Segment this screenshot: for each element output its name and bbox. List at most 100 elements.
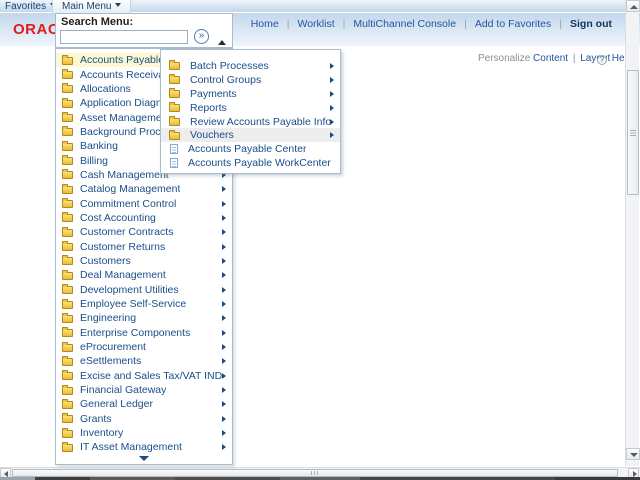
menu-item-it-asset-management[interactable]: IT Asset Management bbox=[56, 440, 232, 454]
collapse-menu-triangle-up-icon[interactable] bbox=[218, 40, 226, 45]
menu-item-excise-and-sales-tax-vat-ind[interactable]: Excise and Sales Tax/VAT IND bbox=[56, 369, 232, 383]
folder-icon bbox=[62, 269, 73, 280]
double-chevron-right-icon: » bbox=[198, 30, 205, 41]
menu-item-review-accounts-payable-info[interactable]: Review Accounts Payable Info bbox=[161, 115, 340, 129]
menu-item-label: Asset Management bbox=[80, 111, 171, 124]
menu-item-label: Inventory bbox=[80, 427, 124, 440]
submenu-arrow-icon bbox=[330, 90, 334, 97]
folder-icon bbox=[62, 441, 73, 452]
search-menu-panel: Search Menu: » bbox=[55, 13, 233, 48]
menu-item-customers[interactable]: Customers bbox=[56, 254, 232, 268]
top-tab-bar: Favorites Main Menu bbox=[0, 0, 640, 13]
menu-item-label: Deal Management bbox=[80, 269, 166, 282]
menu-item-cost-accounting[interactable]: Cost Accounting bbox=[56, 211, 232, 225]
triangle-down-icon bbox=[630, 453, 638, 457]
menu-item-grants[interactable]: Grants bbox=[56, 412, 232, 426]
menu-item-label: Commitment Control bbox=[80, 197, 177, 210]
menu-item-deal-management[interactable]: Deal Management bbox=[56, 268, 232, 282]
menu-item-customer-contracts[interactable]: Customer Contracts bbox=[56, 225, 232, 239]
menu-item-control-groups[interactable]: Control Groups bbox=[161, 73, 340, 87]
submenu-arrow-icon bbox=[222, 243, 226, 250]
folder-icon bbox=[169, 129, 180, 140]
menu-item-esettlements[interactable]: eSettlements bbox=[56, 354, 232, 368]
menu-item-enterprise-components[interactable]: Enterprise Components bbox=[56, 326, 232, 340]
menu-item-label: Cash Management bbox=[80, 168, 169, 181]
menu-item-inventory[interactable]: Inventory bbox=[56, 426, 232, 440]
menu-item-label: eProcurement bbox=[80, 341, 146, 354]
menu-item-label: Accounts Payable Center bbox=[188, 143, 307, 156]
menu-item-customer-returns[interactable]: Customer Returns bbox=[56, 239, 232, 253]
menu-item-development-utilities[interactable]: Development Utilities bbox=[56, 283, 232, 297]
submenu-arrow-icon bbox=[222, 401, 226, 408]
submenu-arrow-icon bbox=[330, 62, 334, 69]
folder-icon bbox=[62, 384, 73, 395]
folder-icon bbox=[62, 241, 73, 252]
nav-link-multichannel-console[interactable]: MultiChannel Console bbox=[353, 18, 456, 30]
folder-icon bbox=[62, 69, 73, 80]
folder-icon bbox=[169, 88, 180, 99]
submenu-arrow-icon bbox=[222, 214, 226, 221]
nav-link-sign-out[interactable]: Sign out bbox=[570, 18, 612, 30]
folder-icon bbox=[169, 102, 180, 113]
horizontal-scrollbar-thumb[interactable] bbox=[12, 469, 618, 477]
nav-link-home[interactable]: Home bbox=[251, 18, 279, 30]
nav-link-worklist[interactable]: Worklist bbox=[297, 18, 334, 30]
menu-scroll-down-triangle-icon[interactable] bbox=[139, 456, 149, 461]
submenu-arrow-icon bbox=[222, 372, 226, 379]
horizontal-scrollbar[interactable] bbox=[0, 467, 640, 478]
scroll-down-button[interactable] bbox=[626, 448, 640, 460]
menu-item-catalog-management[interactable]: Catalog Management bbox=[56, 182, 232, 196]
folder-icon bbox=[62, 83, 73, 94]
menu-item-general-ledger[interactable]: General Ledger bbox=[56, 397, 232, 411]
favorites-tab[interactable]: Favorites bbox=[5, 0, 57, 13]
main-menu-tab-label: Main Menu bbox=[62, 1, 112, 12]
submenu-arrow-icon bbox=[222, 344, 226, 351]
main-menu-tab[interactable]: Main Menu bbox=[52, 0, 132, 13]
folder-icon bbox=[62, 413, 73, 424]
personalize-content-link[interactable]: Content bbox=[533, 53, 568, 64]
menu-item-accounts-payable-center[interactable]: Accounts Payable Center bbox=[161, 142, 340, 156]
search-input[interactable] bbox=[60, 30, 188, 44]
menu-item-label: eSettlements bbox=[80, 355, 142, 368]
menu-item-label: Accounts Payable bbox=[80, 54, 165, 67]
submenu-arrow-icon bbox=[330, 118, 334, 125]
menu-item-label: Review Accounts Payable Info bbox=[190, 115, 332, 128]
submenu-arrow-icon bbox=[222, 444, 226, 451]
menu-item-engineering[interactable]: Engineering bbox=[56, 311, 232, 325]
menu-item-commitment-control[interactable]: Commitment Control bbox=[56, 196, 232, 210]
menu-item-vouchers[interactable]: Vouchers bbox=[161, 128, 340, 143]
accounts-payable-submenu: Batch Processes Control Groups Payments Rep… bbox=[160, 49, 341, 174]
folder-icon bbox=[62, 398, 73, 409]
submenu-arrow-icon bbox=[222, 415, 226, 422]
menu-item-label: Catalog Management bbox=[80, 183, 181, 196]
folder-icon bbox=[62, 370, 73, 381]
peoplesoft-window: Favorites Main Menu ORACLE Home | Worklist… bbox=[0, 0, 640, 480]
submenu-arrow-icon bbox=[222, 430, 226, 437]
nav-link-add-to-favorites[interactable]: Add to Favorites bbox=[475, 18, 551, 30]
favorites-tab-label: Favorites bbox=[5, 1, 47, 12]
document-icon bbox=[170, 158, 178, 169]
folder-icon bbox=[62, 126, 73, 137]
folder-icon bbox=[62, 284, 73, 295]
menu-item-employee-self-service[interactable]: Employee Self-Service bbox=[56, 297, 232, 311]
submenu-list: Batch Processes Control Groups Payments Rep… bbox=[161, 59, 340, 170]
vertical-scrollbar-thumb[interactable] bbox=[627, 70, 639, 195]
menu-item-reports[interactable]: Reports bbox=[161, 101, 340, 115]
menu-item-label: Customer Contracts bbox=[80, 226, 174, 239]
submenu-arrow-icon bbox=[330, 132, 334, 139]
menu-item-accounts-payable-workcenter[interactable]: Accounts Payable WorkCenter bbox=[161, 156, 340, 170]
vertical-scrollbar[interactable] bbox=[625, 0, 640, 466]
nav-separator: | bbox=[286, 18, 290, 30]
search-submit-button[interactable]: » bbox=[194, 29, 209, 44]
menu-item-financial-gateway[interactable]: Financial Gateway bbox=[56, 383, 232, 397]
folder-icon bbox=[62, 427, 73, 438]
submenu-arrow-icon bbox=[222, 301, 226, 308]
menu-item-label: Employee Self-Service bbox=[80, 298, 187, 311]
menu-item-payments[interactable]: Payments bbox=[161, 87, 340, 101]
menu-item-batch-processes[interactable]: Batch Processes bbox=[161, 59, 340, 73]
submenu-arrow-icon bbox=[222, 229, 226, 236]
scroll-up-button[interactable] bbox=[626, 0, 640, 12]
menu-item-eprocurement[interactable]: eProcurement bbox=[56, 340, 232, 354]
folder-icon bbox=[62, 183, 73, 194]
menu-item-label: Allocations bbox=[80, 82, 131, 95]
